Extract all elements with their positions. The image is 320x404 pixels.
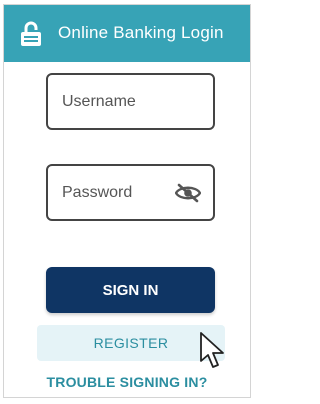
login-panel: Online Banking Login Username Password S… — [3, 4, 251, 398]
password-field[interactable]: Password — [46, 164, 215, 221]
page-title: Online Banking Login — [58, 23, 224, 42]
username-field[interactable]: Username — [46, 73, 215, 130]
username-placeholder: Username — [62, 93, 136, 110]
eye-slash-icon[interactable] — [175, 183, 201, 203]
lock-icon — [21, 21, 41, 46]
login-header: Online Banking Login — [4, 5, 250, 62]
sign-in-button[interactable]: SIGN IN — [46, 267, 215, 313]
register-button[interactable]: REGISTER — [37, 325, 225, 361]
trouble-signing-in-link[interactable]: TROUBLE SIGNING IN? — [4, 374, 250, 390]
password-placeholder: Password — [62, 184, 133, 201]
